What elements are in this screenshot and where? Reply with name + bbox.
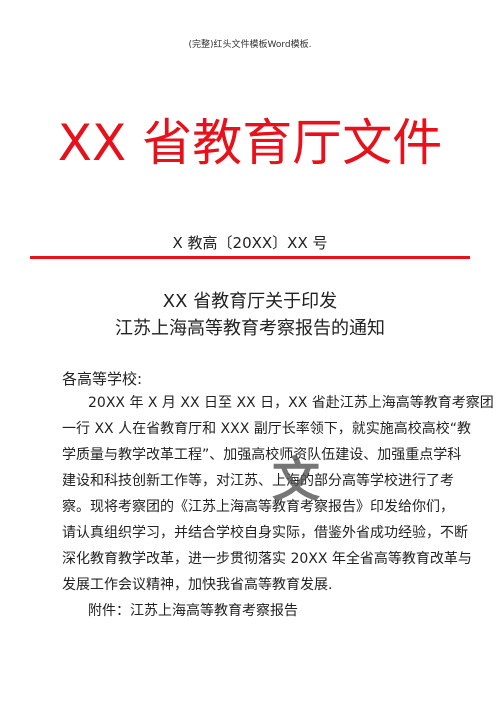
- notice-title-line-1: XX 省教育厅关于印发: [162, 291, 338, 312]
- attachment-line: 附件：江苏上海高等教育考察报告: [88, 603, 298, 619]
- body-line: 深化教育教学改革，进一步贯彻落实 20XX 年全省高等教育改革与: [62, 551, 472, 567]
- red-divider: [30, 256, 470, 259]
- body-line: 发展工作会议精神，加快我省高等教育发展.: [62, 577, 333, 593]
- red-letterhead-title: XX 省教育厅文件: [57, 114, 443, 172]
- body-line: 一行 XX 人在省教育厅和 XXX 副厅长率领下，就实施高校高校“教: [62, 421, 472, 437]
- body-line: 请认真组织学习，并结合学校自身实际，借鉴外省成功经验，不断: [62, 525, 468, 541]
- body-line: 20XX 年 X 月 XX 日至 XX 日，XX 省赴江苏上海高等教育考察团: [88, 395, 494, 411]
- body-line: 学质量与教学改革工程”、加强高校师资队伍建设、加强重点学科: [62, 447, 462, 463]
- body-line: 建设和科技创新工作等，对江苏、上海的部分高等学校进行了考: [62, 473, 454, 489]
- salutation: 各高等学校:: [62, 370, 143, 388]
- notice-title-line-2: 江苏上海高等教育考察报告的通知: [115, 318, 385, 339]
- document-number: X 教高〔20XX〕XX 号: [172, 234, 328, 252]
- page-header: (完整)红头文件模板Word模板.: [188, 40, 312, 50]
- watermark: 文: [272, 452, 321, 508]
- body-line: 察。现将考察团的《江苏上海高等教育考察报告》印发给你们，: [62, 499, 454, 515]
